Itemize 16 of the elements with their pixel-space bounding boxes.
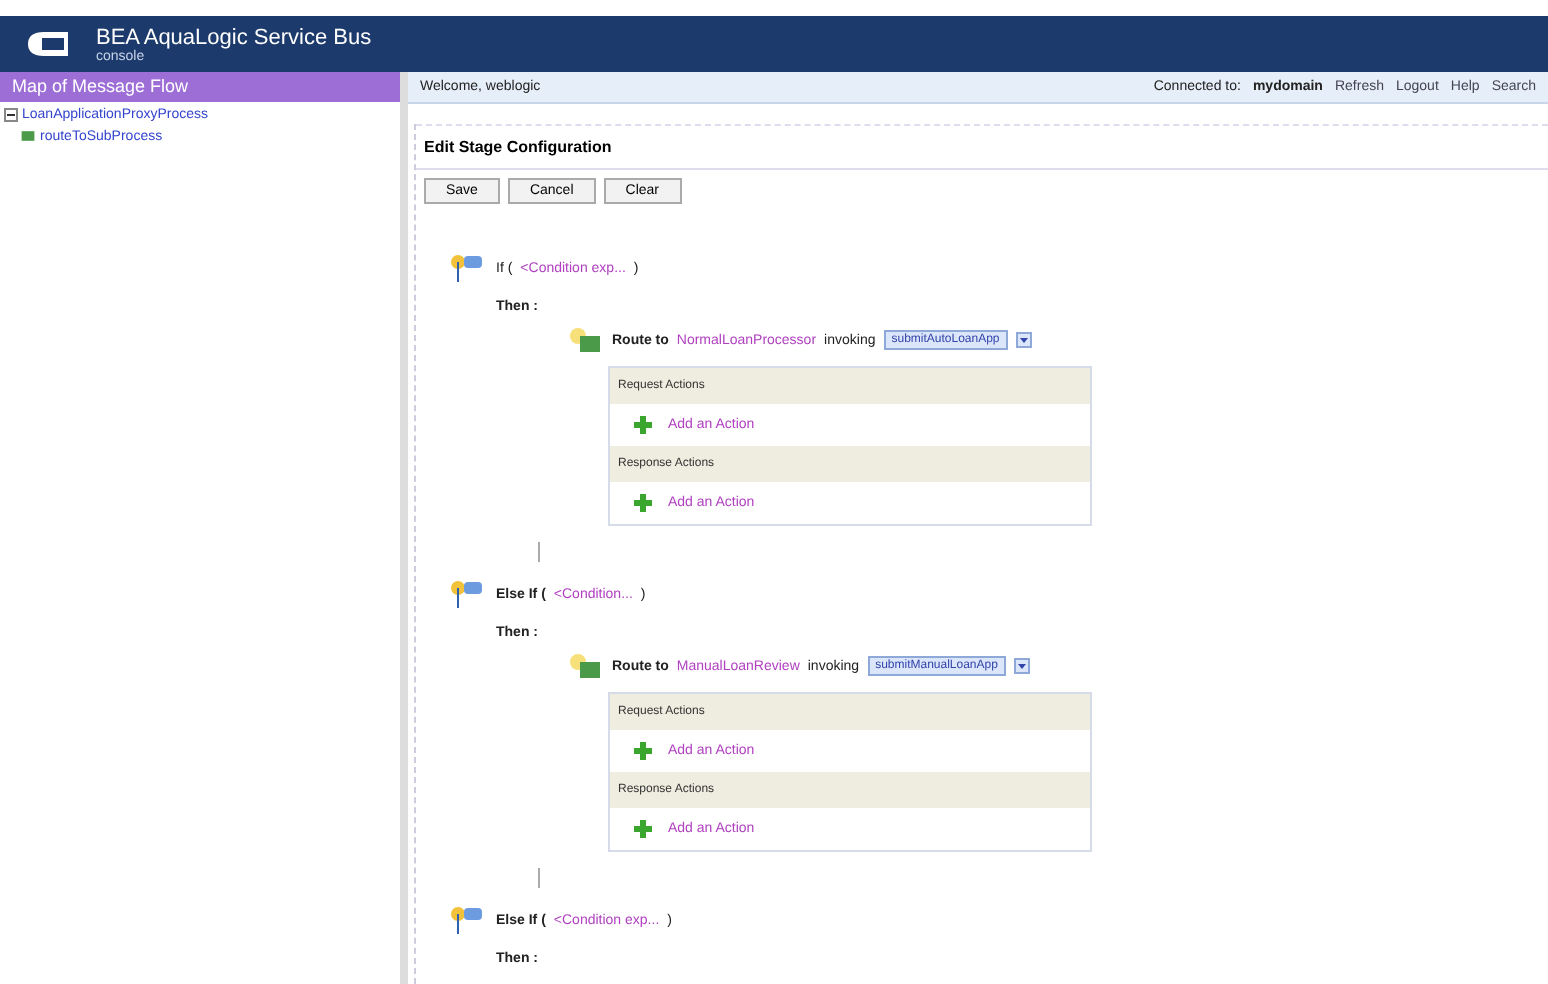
- condition-icon: [448, 578, 488, 610]
- route-icon: [568, 326, 604, 354]
- condition-icon: [448, 252, 488, 284]
- route-icon: [568, 652, 604, 680]
- add-icon: [634, 416, 652, 434]
- condition-icon: [448, 904, 488, 936]
- app-title: BEA AquaLogic Service Bus: [96, 25, 372, 49]
- add-icon: [634, 742, 652, 760]
- add-icon: [634, 494, 652, 512]
- sidebar-title: Map of Message Flow: [0, 72, 400, 102]
- dropdown-icon[interactable]: [1015, 332, 1032, 348]
- node-icon: [20, 126, 36, 146]
- panel-title: Edit Stage Configuration: [416, 124, 1548, 170]
- collapse-icon[interactable]: [4, 108, 18, 122]
- add-icon: [634, 820, 652, 838]
- dropdown-icon[interactable]: [1013, 658, 1030, 674]
